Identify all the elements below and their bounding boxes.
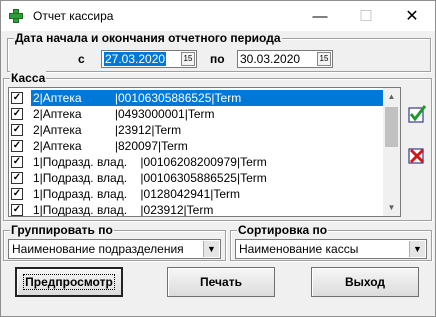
maximize-button[interactable]: ☐ — [343, 1, 389, 31]
date-to-field[interactable]: 30.03.2020 15 — [237, 50, 333, 68]
group-by-value: Наименование подразделения — [12, 242, 184, 256]
checkbox[interactable]: ✓ — [11, 124, 23, 136]
preview-button-label: Предпросмотр — [23, 274, 115, 290]
kassa-legend: Касса — [10, 71, 47, 85]
list-item-label: 1|Подразд. влад. |00106208200979|Term — [33, 155, 267, 169]
list-item-label: 1|Подразд. влад. |00106305886525|Term — [33, 171, 267, 185]
date-to-value: 30.03.2020 — [240, 52, 301, 66]
checkbox[interactable]: ✓ — [11, 108, 23, 120]
close-button[interactable]: ✕ — [389, 1, 435, 31]
exit-button-label: Выход — [344, 275, 386, 289]
calendar-icon[interactable]: 15 — [181, 52, 195, 66]
list-item[interactable]: ✓ 1|Подразд. влад. |0128042941|Term — [9, 186, 384, 202]
date-from-value: 27.03.2020 — [104, 52, 167, 66]
chevron-down-icon[interactable]: ▼ — [203, 241, 219, 257]
cashier-report-window: Отчет кассира — ☐ ✕ Дата начала и оконча… — [0, 0, 436, 317]
exit-button[interactable]: Выход — [311, 267, 419, 297]
checkbox[interactable]: ✓ — [11, 204, 23, 216]
green-cross-icon — [9, 9, 23, 23]
minimize-icon: — — [312, 7, 328, 25]
maximize-icon: ☐ — [359, 8, 373, 25]
list-item[interactable]: ✓ 2|Аптека |23912|Term — [9, 122, 384, 138]
checkbox[interactable]: ✓ — [11, 92, 23, 104]
list-item[interactable]: ✓ 2|Аптека |0493000001|Term — [9, 106, 384, 122]
date-from-field[interactable]: 27.03.2020 15 — [101, 50, 197, 68]
checkbox[interactable]: ✓ — [11, 188, 23, 200]
group-by-select[interactable]: Наименование подразделения ▼ — [8, 239, 221, 259]
list-item[interactable]: ✓ 1|Подразд. влад. |00106305886525|Term — [9, 170, 384, 186]
period-legend: Дата начала и окончания отчетного период… — [14, 31, 282, 45]
title-bar[interactable]: Отчет кассира — ☐ ✕ — [1, 1, 435, 31]
vertical-scrollbar[interactable]: ▲ ▼ — [383, 88, 400, 216]
print-button[interactable]: Печать — [167, 267, 275, 297]
calendar-icon[interactable]: 15 — [317, 52, 331, 66]
list-item[interactable]: ✓ 1|Подразд. влад. |00106208200979|Term — [9, 154, 384, 170]
sort-by-select[interactable]: Наименование кассы ▼ — [235, 239, 427, 259]
list-item-label: 2|Аптека |0493000001|Term — [33, 107, 215, 121]
sort-by-legend: Сортировка по — [237, 223, 329, 237]
list-item-label: 2|Аптека |00106305886525|Term — [31, 90, 384, 106]
print-button-label: Печать — [200, 275, 242, 289]
scroll-thumb[interactable] — [385, 107, 398, 147]
close-icon: ✕ — [405, 8, 419, 25]
select-all-button[interactable] — [406, 103, 428, 125]
checkbox[interactable]: ✓ — [11, 156, 23, 168]
window-title: Отчет кассира — [33, 9, 114, 23]
list-item-label: 1|Подразд. влад. |023912|Term — [33, 203, 214, 217]
chevron-down-icon[interactable]: ▼ — [409, 241, 425, 257]
checkbox[interactable]: ✓ — [11, 172, 23, 184]
preview-button[interactable]: Предпросмотр — [15, 267, 123, 297]
group-by-legend: Группировать по — [10, 223, 114, 237]
date-to-label: по — [210, 52, 225, 66]
date-from-label: с — [78, 52, 85, 66]
clear-all-button[interactable] — [406, 144, 428, 166]
uncheck-all-icon — [408, 148, 425, 164]
minimize-button[interactable]: — — [297, 1, 343, 31]
scroll-up-icon[interactable]: ▲ — [383, 88, 400, 105]
list-item-label: 2|Аптека |23912|Term — [33, 123, 182, 137]
sort-by-value: Наименование кассы — [239, 242, 359, 256]
kassa-checklist[interactable]: ✓ 2|Аптека |00106305886525|Term ✓ 2|Апте… — [8, 87, 401, 217]
list-item[interactable]: ✓ 1|Подразд. влад. |023912|Term — [9, 202, 384, 217]
list-item[interactable]: ✓ 2|Аптека |820097|Term — [9, 138, 384, 154]
checkbox[interactable]: ✓ — [11, 140, 23, 152]
check-all-icon — [408, 105, 427, 123]
list-item[interactable]: ✓ 2|Аптека |00106305886525|Term — [9, 90, 384, 106]
list-item-label: 1|Подразд. влад. |0128042941|Term — [33, 187, 241, 201]
list-item-label: 2|Аптека |820097|Term — [33, 139, 188, 153]
scroll-down-icon[interactable]: ▼ — [383, 199, 400, 216]
